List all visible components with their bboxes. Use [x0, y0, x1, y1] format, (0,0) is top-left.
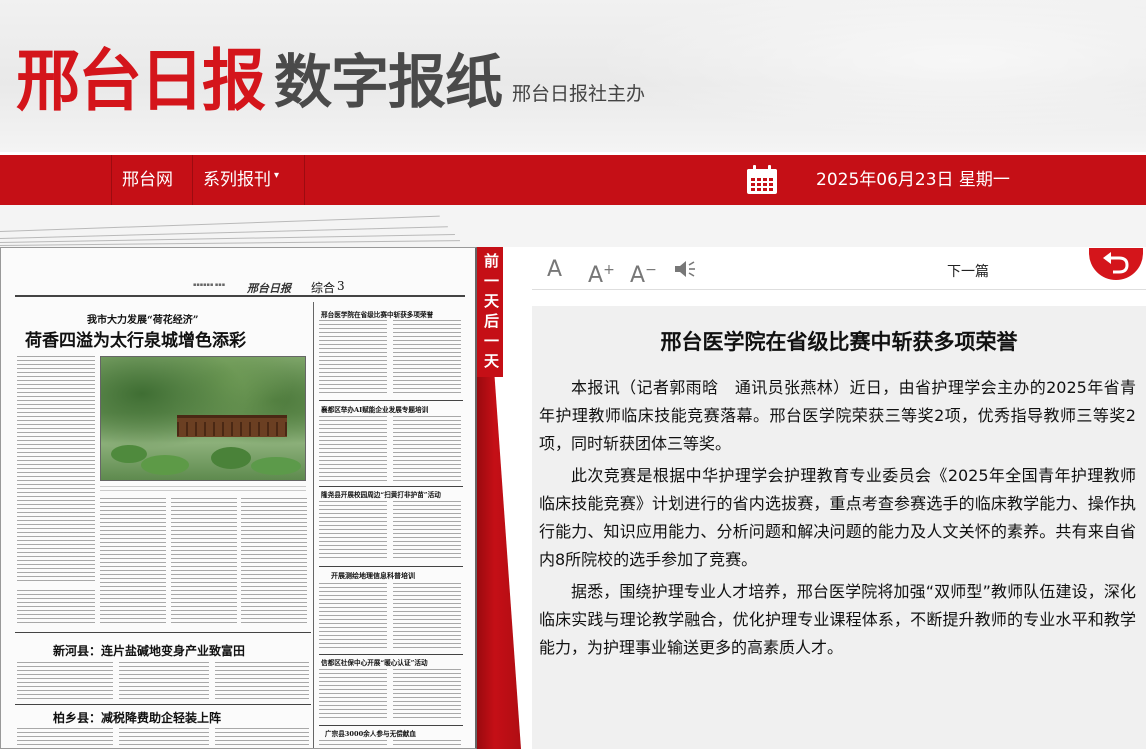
paper-text-column [17, 590, 95, 626]
paper-text-column [100, 498, 166, 626]
paper-stack [0, 205, 1146, 247]
paper-masthead: 邢台日报 [247, 282, 291, 295]
top-nav: 邢台网 系列报刊 ▾ 2025年06月23日 星期一 [0, 155, 1146, 205]
tab-ribbon [477, 377, 521, 749]
lotus-leaf [141, 455, 189, 475]
current-date: 2025年06月23日 星期一 [816, 170, 1010, 190]
article-toolbar: A A+ A− 下一篇 [532, 248, 1146, 290]
wooden-bridge [177, 415, 287, 437]
paper-text-column [319, 416, 387, 482]
paper-text-column [319, 320, 387, 394]
day-nav-label[interactable]: 前一天后一天 [477, 253, 503, 373]
nav-link-xingtai-net[interactable]: 邢台网 [122, 155, 173, 205]
paper-photo-lotus-pond [100, 356, 306, 481]
paper-text-column [393, 583, 461, 651]
site-logo[interactable]: 邢台日报 数字报纸 邢台日报社主办 [16, 40, 646, 121]
paper-column-rule [313, 302, 314, 748]
logo-digital-edition: 数字报纸 [274, 48, 503, 116]
paper-headline: 开展测绘地理信息科普培训 [331, 571, 415, 580]
speaker-icon[interactable] [674, 260, 696, 278]
paper-text-column [393, 501, 461, 561]
paper-text-column [319, 583, 387, 651]
paper-rule [319, 486, 463, 487]
lotus-leaf [111, 445, 147, 463]
nav-divider [111, 155, 112, 205]
plus-sign: + [603, 262, 615, 278]
paper-text-column [241, 498, 307, 626]
day-navigation-tab: 前一天后一天 [477, 247, 521, 749]
minus-sign: − [645, 262, 657, 278]
nav-divider [192, 155, 193, 205]
paper-rule [319, 725, 463, 726]
font-size-default-button[interactable]: A [547, 256, 562, 284]
paper-headline: 隆尧县开展校园周边“扫黄打非护苗”活动 [321, 491, 441, 500]
article-paragraph: 本报讯（记者郭雨晗 通讯员张燕林）近日，由省护理学会主办的2025年省青年护理教… [539, 378, 1136, 453]
paper-dateline-text: ▪▪▪▪▪▪ ▪▪▪ [193, 282, 226, 288]
paper-text-column [393, 740, 461, 748]
back-arrow-icon [1103, 252, 1129, 274]
paper-rule [319, 654, 463, 655]
article-title: 邢台医学院在省级比赛中斩获多项荣誉 [660, 330, 1018, 354]
paper-text-column [215, 662, 309, 700]
font-size-increase-label: A [588, 263, 604, 288]
paper-headline: 信都区社保中心开展“暖心认证”活动 [321, 659, 428, 668]
paper-text-column [393, 320, 461, 394]
paper-headline: 襄都区举办AI赋能企业发展专题培训 [321, 406, 429, 415]
paper-edge [0, 215, 440, 232]
site-header: 邢台日报 数字报纸 邢台日报社主办 [0, 0, 1146, 152]
paper-headline: 新河县：连片盐碱地变身产业致富田 [53, 644, 246, 658]
logo-publisher: 邢台日报社主办 [512, 83, 646, 105]
paper-text-column [215, 728, 309, 748]
paper-text-column [17, 728, 113, 748]
paper-text-column [119, 728, 209, 748]
paper-rule [15, 704, 311, 705]
paper-rule [15, 632, 311, 633]
page: 邢台日报 数字报纸 邢台日报社主办 邢台网 系列报刊 ▾ 2025年06月23日 … [0, 0, 1146, 749]
paper-text-column [17, 662, 113, 700]
paper-headline: 广宗县3000余人参与无偿献血 [325, 730, 416, 739]
logo-paper-name: 邢台日报 [16, 42, 266, 121]
chevron-down-icon: ▾ [274, 170, 280, 181]
paper-text-column [119, 662, 209, 700]
article-body: 邢台医学院在省级比赛中斩获多项荣誉 本报讯（记者郭雨晗 通讯员张燕林）近日，由省… [532, 306, 1146, 749]
lotus-leaf [211, 447, 251, 469]
article-paragraph: 据悉，围绕护理专业人才培养，邢台医学院将加强“双师型”教师队伍建设，深化临床实践… [539, 582, 1136, 657]
back-button[interactable] [1089, 248, 1143, 280]
article-paragraph: 此次竞赛是根据中华护理学会护理教育专业委员会《2025年全国青年护理教师临床技能… [539, 466, 1136, 569]
paper-photo-caption [100, 486, 306, 492]
paper-text-column [319, 740, 387, 748]
paper-headline: 邢台医学院在省级比赛中斩获多项荣誉 [321, 311, 434, 320]
paper-section: 综合 [311, 281, 336, 295]
lotus-leaf [251, 457, 301, 475]
day-nav-buttons[interactable]: 前一天后一天 [477, 247, 503, 377]
nav-dropdown-label: 系列报刊 [203, 170, 271, 190]
font-size-decrease-button[interactable]: A− [630, 256, 657, 290]
nav-divider [304, 155, 305, 205]
paper-main-headline: 荷香四溢为太行泉城增色添彩 [25, 331, 246, 351]
calendar-icon[interactable] [746, 165, 778, 195]
paper-text-column [393, 416, 461, 482]
nav-dropdown-series[interactable]: 系列报刊 ▾ [203, 155, 279, 205]
paper-text-column [17, 356, 95, 584]
paper-page-number: 3 [337, 279, 345, 293]
paper-kicker: 我市大力发展“荷花经济” [87, 315, 199, 326]
paper-text-column [393, 669, 461, 721]
font-size-increase-button[interactable]: A+ [588, 256, 615, 290]
font-size-decrease-label: A [630, 263, 646, 288]
paper-headline: 柏乡县：减税降费助企轻装上阵 [53, 711, 222, 725]
article-panel: A A+ A− 下一篇 邢台医学院在省级比赛中斩获多项荣誉 本报讯（记者郭雨晗 … [532, 248, 1146, 749]
next-article-link[interactable]: 下一篇 [947, 261, 989, 281]
paper-text-column [319, 501, 387, 561]
paper-text-column [171, 498, 237, 626]
paper-rule [319, 566, 463, 567]
newspaper-page-content: ▪▪▪▪▪▪ ▪▪▪ 邢台日报 综合 3 我市大力发展“荷花经济” 荷香四溢为太… [15, 272, 465, 748]
paper-rule [15, 295, 465, 297]
paper-text-column [319, 669, 387, 721]
paper-rule [319, 400, 463, 401]
newspaper-page-image[interactable]: ▪▪▪▪▪▪ ▪▪▪ 邢台日报 综合 3 我市大力发展“荷花经济” 荷香四溢为太… [0, 247, 477, 749]
